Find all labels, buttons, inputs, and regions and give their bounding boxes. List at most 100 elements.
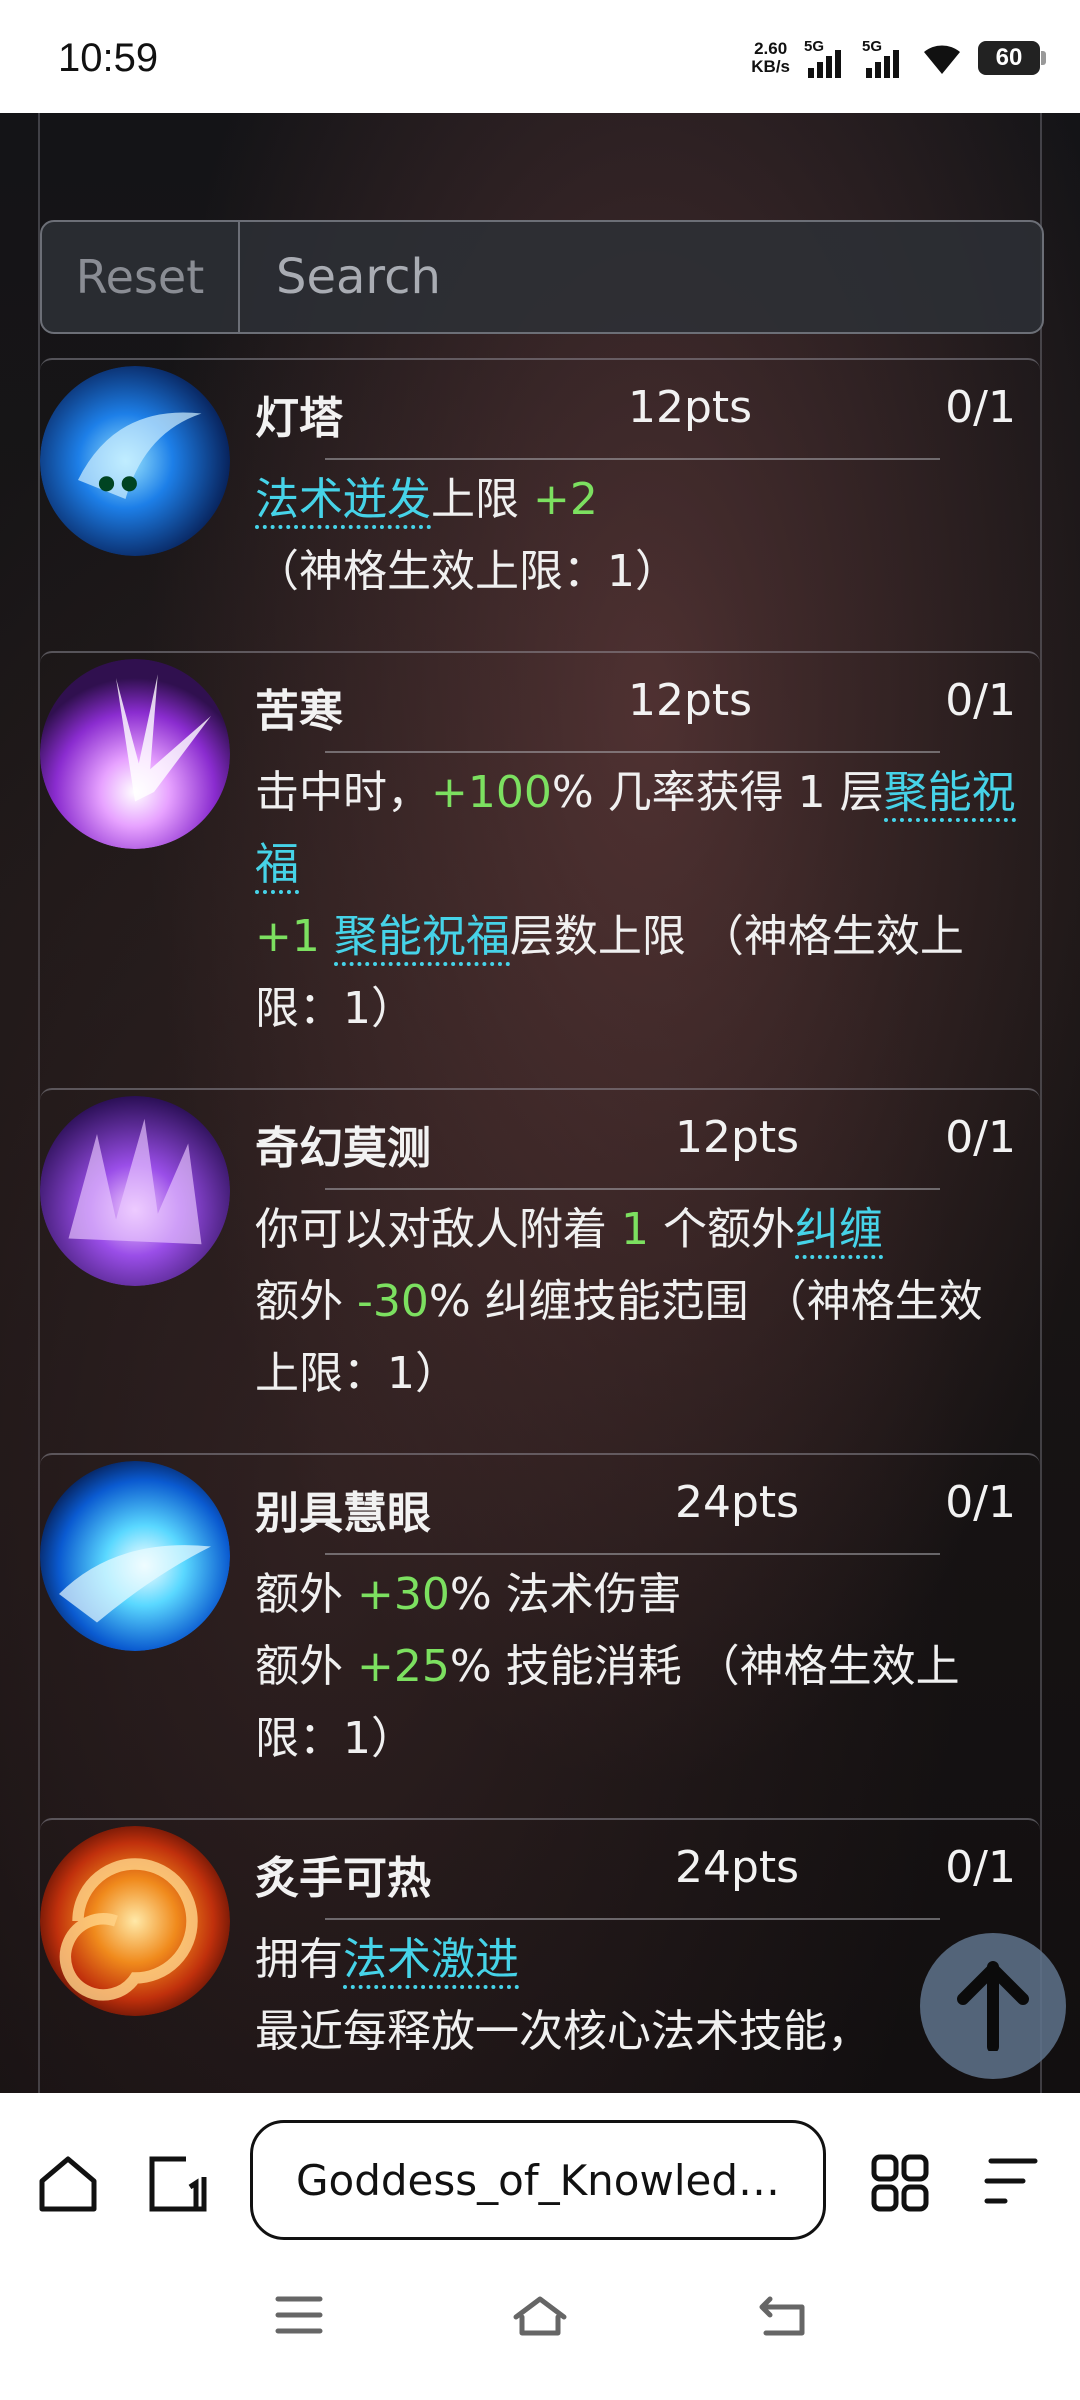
- status-icons: 2.60 KB/s 5G 5G 60: [751, 38, 1046, 78]
- talent-level: 0/1: [945, 1477, 1016, 1528]
- talent-description-line: 最近每释放一次核心法术技能，: [255, 1996, 1016, 2068]
- status-time: 10:59: [58, 36, 159, 80]
- talent-name: 苦寒: [255, 686, 343, 737]
- keyword-link[interactable]: 纠缠: [795, 1204, 883, 1259]
- talent-description-line: 击中时，+100% 几率获得 1 层聚能祝福: [255, 757, 1016, 901]
- talent-header: 奇幻莫测 12pts 0/1: [255, 1100, 1040, 1190]
- talent-description-line: 额外 -30% 纠缠技能范围 （神格生效上限：1）: [255, 1266, 1016, 1410]
- description-text: % 法术伤害: [449, 1569, 682, 1620]
- talent-item[interactable]: 苦寒 12pts 0/1 击中时，+100% 几率获得 1 层聚能祝福 +1 聚能…: [40, 651, 1040, 1088]
- description-text: % 几率获得 1 层: [551, 767, 884, 818]
- menu-icon[interactable]: [983, 2153, 1039, 2209]
- talent-name: 炙手可热: [255, 1853, 431, 1904]
- talent-icon-bitter-cold: [40, 659, 230, 849]
- talent-description-line: 你可以对敌人附着 1 个额外纠缠: [255, 1194, 1016, 1266]
- search-bar: Reset: [40, 220, 1044, 334]
- talent-level: 0/1: [945, 1112, 1016, 1163]
- back-icon[interactable]: [756, 2293, 808, 2339]
- stat-value: -30: [357, 1276, 429, 1327]
- talent-points: 24pts: [675, 1477, 800, 1528]
- talent-header: 别具慧眼 24pts 0/1: [255, 1465, 1040, 1555]
- stat-value: +100: [431, 767, 552, 818]
- talent-icon-lighthouse: [40, 366, 230, 556]
- description-text: 额外: [255, 1569, 357, 1620]
- description-text: 上限: [431, 474, 533, 525]
- talent-icon-discerning-eye: [40, 1461, 230, 1651]
- talent-divider: [325, 1918, 940, 1920]
- arrow-up-icon: [957, 1961, 1029, 2051]
- talent-description: 你可以对敌人附着 1 个额外纠缠 额外 -30% 纠缠技能范围 （神格生效上限：1…: [255, 1190, 1016, 1410]
- home-nav-icon[interactable]: [512, 2293, 568, 2339]
- talent-description: 法术迸发上限 +2 （神格生效上限：1）: [255, 460, 1016, 608]
- search-input[interactable]: [240, 222, 1042, 332]
- talent-divider: [325, 751, 940, 753]
- talent-header: 灯塔 12pts 0/1: [255, 370, 1040, 460]
- recent-apps-icon[interactable]: [274, 2293, 324, 2337]
- talent-level: 0/1: [945, 1842, 1016, 1893]
- talent-header: 苦寒 12pts 0/1: [255, 663, 1040, 753]
- talent-level: 0/1: [945, 382, 1016, 433]
- signal-icon-1: 5G: [804, 38, 848, 78]
- talent-description-line: +1 聚能祝福层数上限 （神格生效上限：1）: [255, 901, 1016, 1045]
- talent-divider: [325, 1188, 940, 1190]
- description-text: 额外: [255, 1641, 357, 1692]
- wifi-icon: [924, 45, 960, 74]
- talent-icon-hot-hand: [40, 1826, 230, 2016]
- talent-description: 拥有法术激进最近每释放一次核心法术技能，: [255, 1920, 1016, 2068]
- status-bar: 10:59 2.60 KB/s 5G 5G 60: [0, 0, 1080, 113]
- talent-icon-unfathomable: [40, 1096, 230, 1286]
- talent-item[interactable]: 灯塔 12pts 0/1 法术迸发上限 +2 （神格生效上限：1）: [40, 358, 1040, 651]
- signal-icon-2: 5G: [862, 38, 906, 78]
- description-text: （神格生效上限：1）: [255, 546, 679, 597]
- talent-name: 奇幻莫测: [255, 1123, 431, 1174]
- description-text: 额外: [255, 1276, 357, 1327]
- stat-value: 1: [621, 1204, 649, 1255]
- reset-button[interactable]: Reset: [42, 222, 240, 332]
- description-text: 最近每释放一次核心法术技能，: [255, 2006, 871, 2057]
- talent-description: 击中时，+100% 几率获得 1 层聚能祝福 +1 聚能祝福层数上限 （神格生效上…: [255, 753, 1016, 1045]
- tabs-icon[interactable]: [146, 2153, 210, 2213]
- talent-name: 别具慧眼: [255, 1488, 431, 1539]
- url-bar[interactable]: Goddess_of_Knowled…: [250, 2120, 826, 2240]
- talent-item[interactable]: 别具慧眼 24pts 0/1 额外 +30% 法术伤害额外 +25% 技能消耗 …: [40, 1453, 1040, 1818]
- description-text: [320, 911, 334, 962]
- talent-points: 24pts: [675, 1842, 800, 1893]
- frame-line-right: [1040, 113, 1042, 2093]
- apps-grid-icon[interactable]: [870, 2153, 930, 2213]
- description-text: 你可以对敌人附着: [255, 1204, 621, 1255]
- talent-list: 灯塔 12pts 0/1 法术迸发上限 +2 （神格生效上限：1） 苦寒 12p…: [40, 358, 1040, 2093]
- network-speed-unit: KB/s: [751, 57, 790, 76]
- description-text: 个额外: [649, 1204, 795, 1255]
- talent-header: 炙手可热 24pts 0/1: [255, 1830, 1040, 1920]
- description-text: 拥有: [255, 1934, 343, 1985]
- system-navigation-bar: [0, 2263, 1080, 2400]
- talent-level: 0/1: [945, 675, 1016, 726]
- talent-description: 额外 +30% 法术伤害额外 +25% 技能消耗 （神格生效上限：1）: [255, 1555, 1016, 1775]
- talent-divider: [325, 458, 940, 460]
- keyword-link[interactable]: 聚能祝福: [333, 911, 510, 966]
- talent-item[interactable]: 奇幻莫测 12pts 0/1 你可以对敌人附着 1 个额外纠缠 额外 -30% 纠…: [40, 1088, 1040, 1453]
- network-speed-value: 2.60: [754, 39, 788, 58]
- browser-toolbar: Goddess_of_Knowled…: [0, 2093, 1080, 2263]
- battery-icon: 60: [978, 41, 1046, 75]
- battery-level: 60: [995, 44, 1023, 71]
- stat-value: +25: [357, 1641, 450, 1692]
- talent-description-line: 法术迸发上限 +2 （神格生效上限：1）: [255, 464, 1016, 608]
- talent-divider: [325, 1553, 940, 1555]
- scroll-to-top-button[interactable]: [920, 1933, 1066, 2079]
- description-text: 击中时，: [255, 767, 431, 818]
- keyword-link[interactable]: 法术迸发: [255, 474, 431, 529]
- talent-item[interactable]: 炙手可热 24pts 0/1 拥有法术激进最近每释放一次核心法术技能，: [40, 1818, 1040, 2093]
- stat-value: +2: [533, 474, 598, 525]
- network-speed: 2.60 KB/s: [751, 40, 790, 76]
- page-content[interactable]: Reset 灯塔 12pts 0/1 法术迸发上限 +2 （神格生效上限：1）: [0, 113, 1080, 2093]
- talent-name: 灯塔: [255, 393, 343, 444]
- talent-points: 12pts: [628, 675, 753, 726]
- talent-points: 12pts: [675, 1112, 800, 1163]
- talent-points: 12pts: [628, 382, 753, 433]
- stat-value: +30: [357, 1569, 450, 1620]
- home-icon[interactable]: [36, 2153, 100, 2213]
- keyword-link[interactable]: 法术激进: [343, 1934, 519, 1989]
- talent-description-line: 额外 +25% 技能消耗 （神格生效上限：1）: [255, 1631, 1016, 1775]
- stat-value: +1: [255, 911, 320, 962]
